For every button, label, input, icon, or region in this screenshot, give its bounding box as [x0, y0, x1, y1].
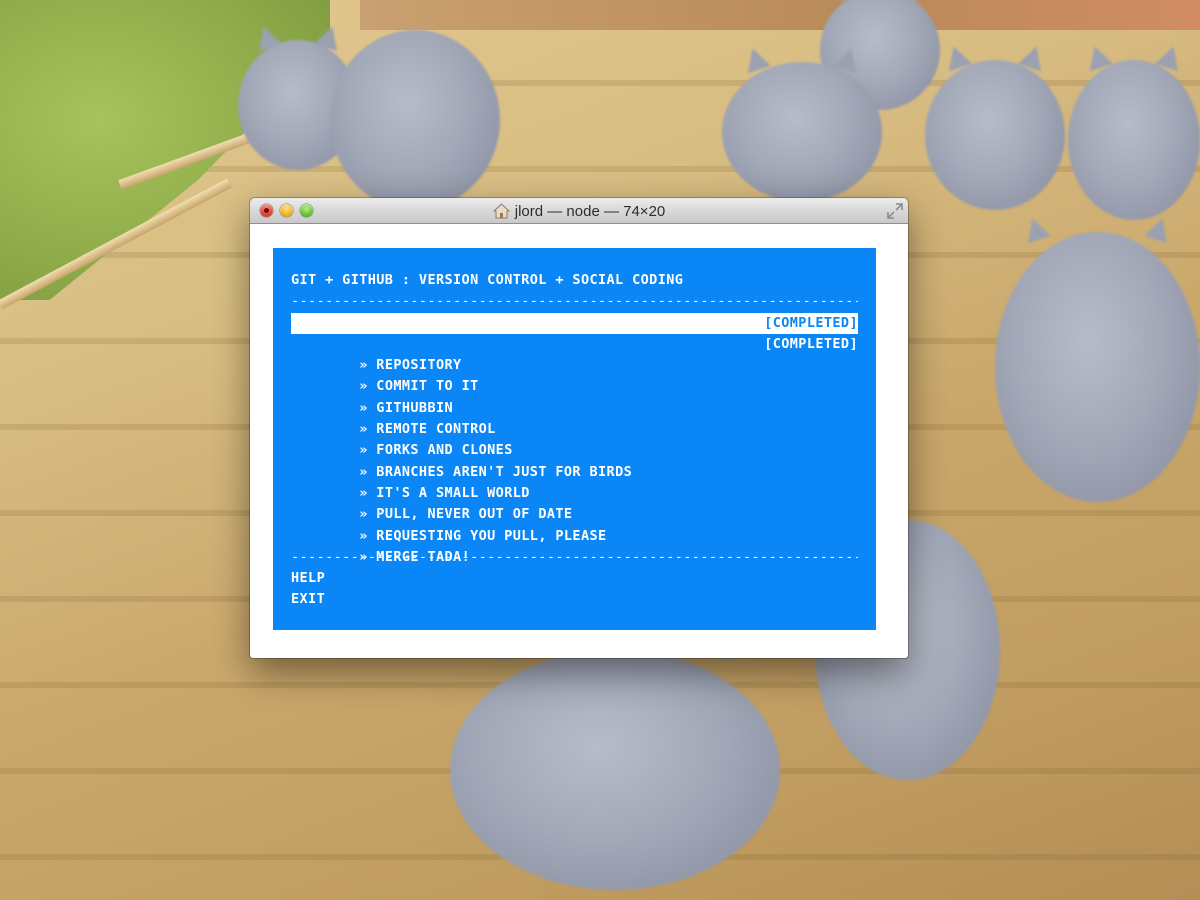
- kitten-photo: [925, 60, 1065, 210]
- menu-item-pull[interactable]: » PULL, NEVER OUT OF DATE: [291, 483, 858, 522]
- menu-item-branches[interactable]: » BRANCHES AREN'T JUST FOR BIRDS: [291, 440, 858, 480]
- kitten-photo: [995, 232, 1200, 502]
- window-titlebar[interactable]: jlord — node — 74×20: [250, 198, 908, 224]
- exit-option[interactable]: EXIT: [291, 589, 858, 610]
- divider: ----------------------------------------…: [291, 548, 858, 565]
- menu-item-forks-and-clones[interactable]: » FORKS AND CLONES: [291, 419, 858, 458]
- status-completed: [COMPLETED]: [764, 335, 858, 352]
- terminal-screen[interactable]: GIT + GITHUB : VERSION CONTROL + SOCIAL …: [273, 248, 876, 630]
- menu-item-merge-tada[interactable]: » MERGE TADA!: [291, 526, 858, 565]
- window-title-group: jlord — node — 74×20: [250, 198, 908, 224]
- menu-item-repository[interactable]: » REPOSITORY [COMPLETED]: [291, 334, 858, 373]
- kitten-photo: [722, 62, 882, 202]
- kitten-photo: [330, 30, 500, 210]
- menu-item-commit-to-it[interactable]: » COMMIT TO IT: [291, 355, 858, 394]
- menu-item-small-world[interactable]: » IT'S A SMALL WORLD: [291, 462, 858, 501]
- home-icon: [492, 203, 510, 219]
- divider: ----------------------------------------…: [291, 293, 858, 310]
- menu-item-get-git[interactable]: » GET GIT [COMPLETED]: [291, 312, 858, 352]
- window-title: jlord — node — 74×20: [514, 202, 666, 220]
- help-option[interactable]: HELP: [291, 568, 858, 589]
- desktop: jlord — node — 74×20 GIT + GITHUB : VERS…: [0, 0, 1200, 900]
- kitten-photo: [1068, 60, 1200, 220]
- menu-item-requesting-pull[interactable]: » REQUESTING YOU PULL, PLEASE: [291, 504, 858, 544]
- wallpaper-top-floor: [360, 0, 1200, 30]
- menu-item-remote-control[interactable]: » REMOTE CONTROL: [291, 398, 858, 437]
- kitten-photo: [450, 650, 780, 890]
- fullscreen-icon[interactable]: [886, 202, 904, 220]
- terminal-window: jlord — node — 74×20 GIT + GITHUB : VERS…: [250, 198, 908, 658]
- menu-heading: GIT + GITHUB : VERSION CONTROL + SOCIAL …: [291, 272, 684, 288]
- status-completed: [COMPLETED]: [764, 314, 858, 331]
- menu-item-githubbin[interactable]: » GITHUBBIN: [291, 376, 858, 416]
